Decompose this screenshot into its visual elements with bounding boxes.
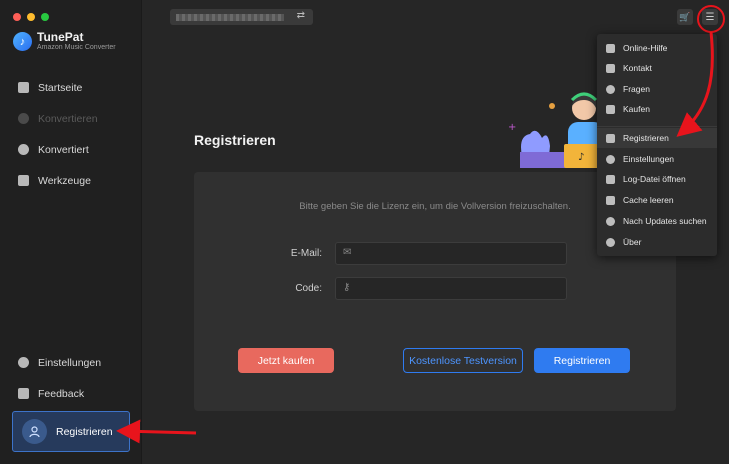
annotation-arrows	[116, 31, 714, 444]
annotation-arrow-sidebar	[116, 419, 197, 444]
annotation-arrow-menu	[676, 31, 714, 137]
app-window: ♪ TunePat Amazon Music Converter Startse…	[0, 0, 729, 464]
